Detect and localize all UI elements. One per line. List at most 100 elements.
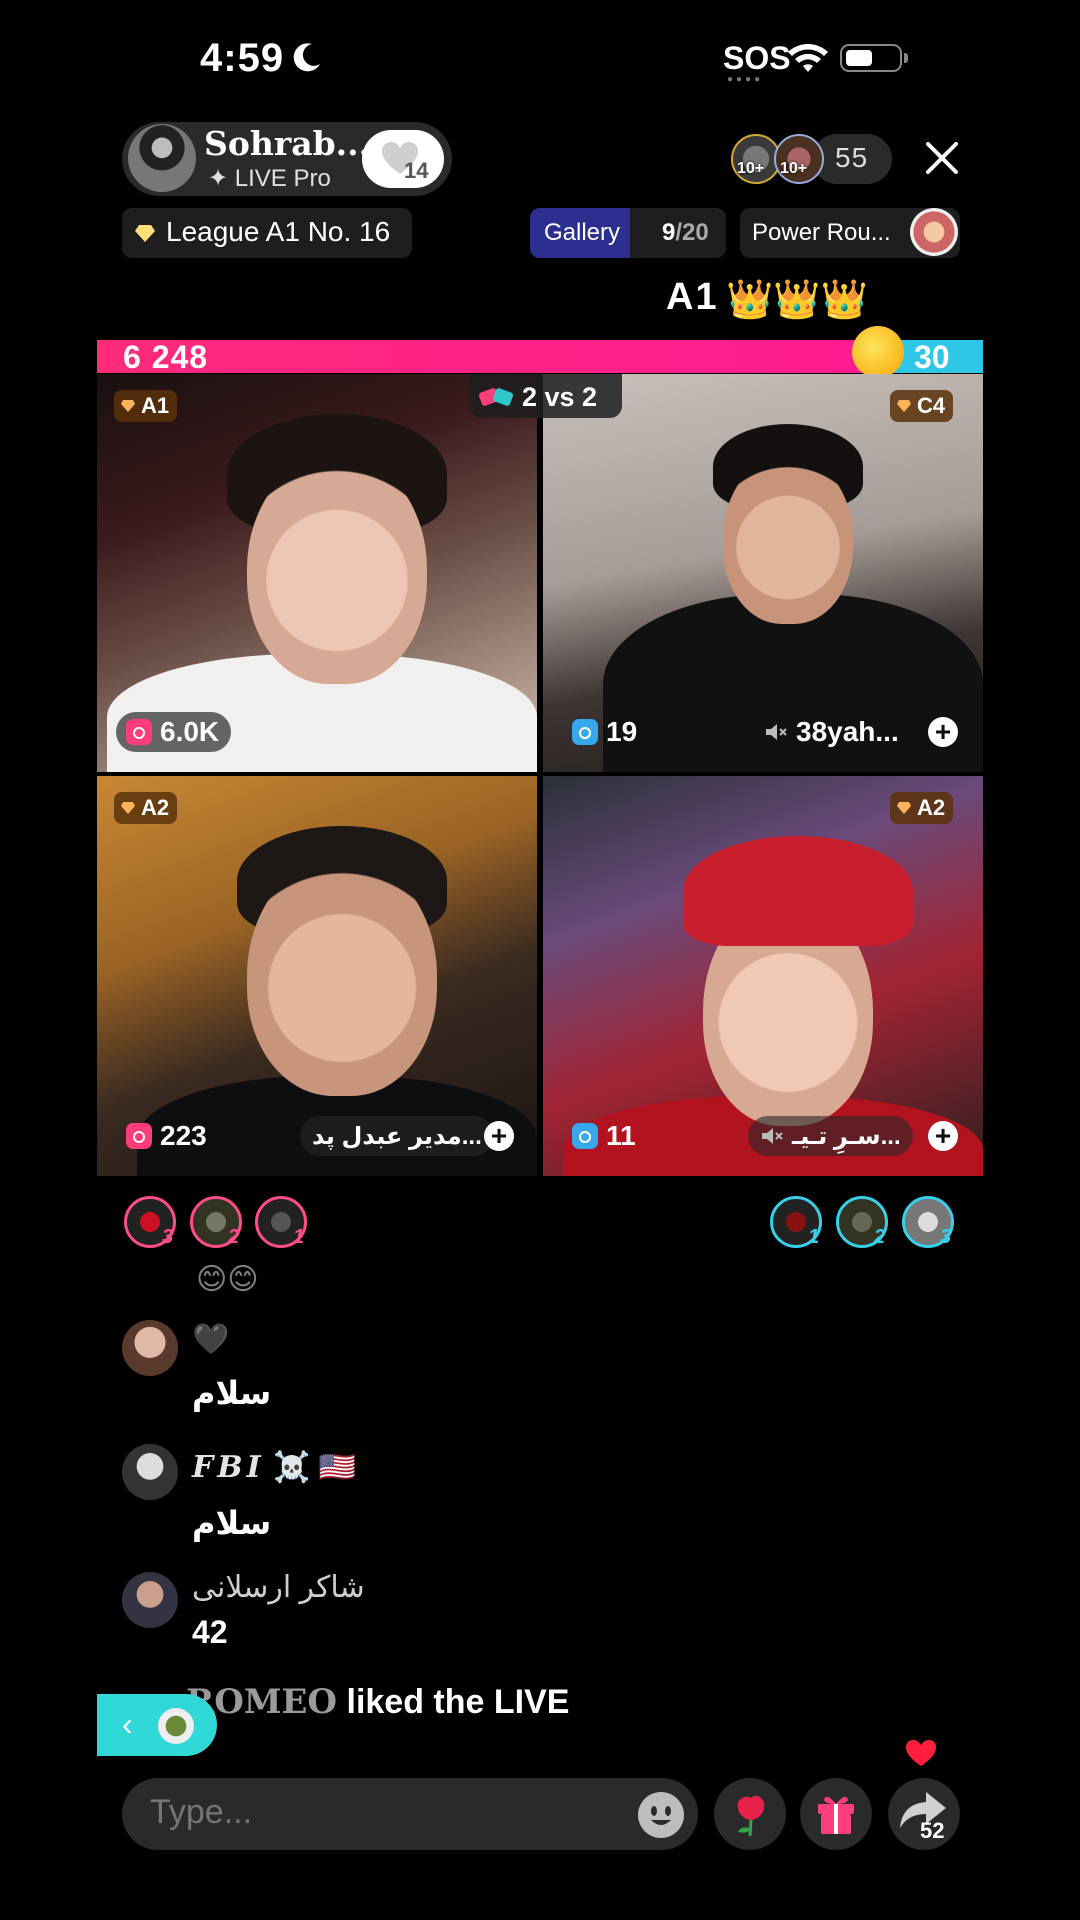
tile-count-value: 6.0K bbox=[160, 716, 220, 747]
comment-input[interactable] bbox=[148, 1792, 602, 1833]
vs-label: 2 vs 2 bbox=[522, 382, 598, 412]
gallery-label: Gallery bbox=[544, 219, 621, 246]
muted-speaker-icon bbox=[766, 724, 787, 740]
host-like-count: 14 bbox=[404, 158, 429, 183]
heart-icon bbox=[906, 1740, 936, 1766]
tier-badge-label: A2 bbox=[917, 795, 946, 820]
league-label: League A1 No. 16 bbox=[166, 216, 391, 247]
rose-icon bbox=[737, 1795, 765, 1837]
tier-badge-label: A1 bbox=[141, 393, 170, 418]
chat-username[interactable]: 🖤 bbox=[192, 1322, 229, 1357]
tile-name-pill[interactable]: 38yah... bbox=[752, 712, 911, 752]
emoji-icon[interactable] bbox=[638, 1792, 684, 1838]
tier-badge: A2 bbox=[114, 792, 178, 824]
diamond-icon bbox=[135, 225, 155, 242]
follow-plus-button[interactable]: + bbox=[928, 1121, 958, 1151]
moon-icon bbox=[293, 43, 320, 72]
wifi-icon bbox=[788, 44, 828, 72]
tile-name-pill[interactable]: سـرِ تـیـ... bbox=[748, 1116, 913, 1156]
battery-level bbox=[846, 50, 872, 66]
tile-gift-count: 223 bbox=[116, 1116, 219, 1156]
supporter-rank: 3 bbox=[940, 1226, 952, 1248]
tile-streamer-name: 38yah... bbox=[796, 716, 899, 747]
chat-message: سلام bbox=[192, 1375, 272, 1411]
top-viewer-tag: 10+ bbox=[780, 160, 808, 177]
floating-tab-avatar bbox=[158, 1708, 194, 1744]
tier-badge-label: A2 bbox=[141, 795, 170, 820]
tile-count-value: 19 bbox=[606, 716, 638, 747]
tile-gift-count: 6.0K bbox=[116, 712, 232, 752]
tile-count-value: 223 bbox=[160, 1120, 207, 1151]
chat-user-avatar[interactable] bbox=[122, 1444, 178, 1500]
chat-user-avatar[interactable] bbox=[122, 1320, 178, 1376]
chat-username-suffix: ☠️ 🇺🇸 bbox=[273, 1451, 357, 1484]
host-name[interactable]: Sohrab... bbox=[204, 124, 370, 163]
tile-streamer-name: سـرِ تـیـ... bbox=[792, 1122, 901, 1150]
diamond-icon bbox=[897, 802, 911, 814]
chevron-left-icon: ‹ bbox=[122, 1706, 133, 1742]
share-count: 52 bbox=[920, 1818, 945, 1843]
host-subtitle: ✦ LIVE Pro bbox=[208, 165, 331, 192]
sos-indicator: SOS bbox=[723, 40, 791, 76]
diamond-icon bbox=[121, 400, 135, 412]
power-round-avatar bbox=[910, 208, 958, 256]
team-left-score: 6 248 bbox=[123, 339, 209, 375]
streamer-cap bbox=[683, 836, 913, 946]
top-viewer-tag: 10+ bbox=[737, 160, 765, 177]
floating-expand-tab[interactable] bbox=[97, 1694, 217, 1756]
like-text: liked the LIVE bbox=[337, 1683, 570, 1721]
host-avatar[interactable] bbox=[128, 124, 196, 192]
kiss-face-icon bbox=[852, 326, 904, 378]
chat-message: سلام bbox=[192, 1505, 272, 1541]
chat-user-avatar[interactable] bbox=[122, 1572, 178, 1628]
chat-message: 42 bbox=[192, 1614, 228, 1650]
follow-plus-button[interactable]: + bbox=[484, 1121, 514, 1151]
status-time: 4:59 bbox=[200, 36, 285, 80]
supporter-rank: 1 bbox=[293, 1226, 305, 1248]
battle-score-bar bbox=[97, 340, 983, 373]
supporter-rank: 1 bbox=[808, 1226, 820, 1248]
crown-icons: 👑👑👑 bbox=[726, 279, 868, 321]
battery-cap bbox=[904, 53, 908, 63]
viewer-count: 55 bbox=[835, 142, 869, 173]
tier-badge: A1 bbox=[114, 390, 178, 422]
camera-icon bbox=[572, 719, 598, 745]
supporter-rank: 2 bbox=[874, 1226, 886, 1248]
rank-label: A1 bbox=[666, 276, 719, 318]
chat-username[interactable]: شاکر ارسلانی bbox=[192, 1570, 365, 1605]
camera-icon bbox=[572, 1123, 598, 1149]
diamond-icon bbox=[121, 802, 135, 814]
supporter-rank: 2 bbox=[228, 1226, 240, 1248]
tile-gift-count: 11 bbox=[562, 1116, 648, 1156]
tier-badge: C4 bbox=[890, 390, 954, 422]
tile-count-value: 11 bbox=[606, 1120, 636, 1151]
gallery-total: /20 bbox=[675, 219, 709, 246]
streamer-face bbox=[247, 454, 427, 684]
tier-badge-label: C4 bbox=[917, 393, 946, 418]
close-icon[interactable] bbox=[922, 138, 962, 178]
camera-icon bbox=[126, 719, 152, 745]
follow-plus-button[interactable]: + bbox=[928, 717, 958, 747]
diamond-icon bbox=[897, 400, 911, 412]
host-subtitle-text: LIVE Pro bbox=[234, 165, 331, 192]
muted-speaker-icon bbox=[762, 1128, 783, 1144]
gift-icon bbox=[818, 1796, 854, 1834]
chat-username-row[interactable]: FBI ☠️ 🇺🇸 bbox=[192, 1450, 356, 1485]
camera-icon bbox=[126, 1123, 152, 1149]
battle-cards-icon bbox=[478, 388, 514, 406]
tile-name-pill[interactable]: مدیر عبدل پد... bbox=[300, 1116, 494, 1156]
gallery-count: 9/20 bbox=[662, 219, 709, 247]
chat-username: FBI bbox=[192, 1450, 265, 1485]
chat-faded-emoji: 😊😊 bbox=[196, 1263, 259, 1296]
streamer-face bbox=[723, 454, 853, 624]
gallery-current: 9 bbox=[662, 219, 676, 246]
team-right-score: 30 bbox=[914, 339, 950, 375]
tile-streamer-name: مدیر عبدل پد... bbox=[312, 1122, 482, 1150]
power-round-label: Power Rou... bbox=[752, 219, 891, 246]
streamer-face bbox=[247, 856, 437, 1096]
signal-dots: ●●●● bbox=[727, 74, 764, 85]
tile-gift-count: 19 bbox=[562, 712, 649, 752]
tier-badge: A2 bbox=[890, 792, 954, 824]
like-notification: ROMEO liked the LIVE bbox=[186, 1682, 569, 1722]
supporter-rank: 3 bbox=[162, 1226, 174, 1248]
